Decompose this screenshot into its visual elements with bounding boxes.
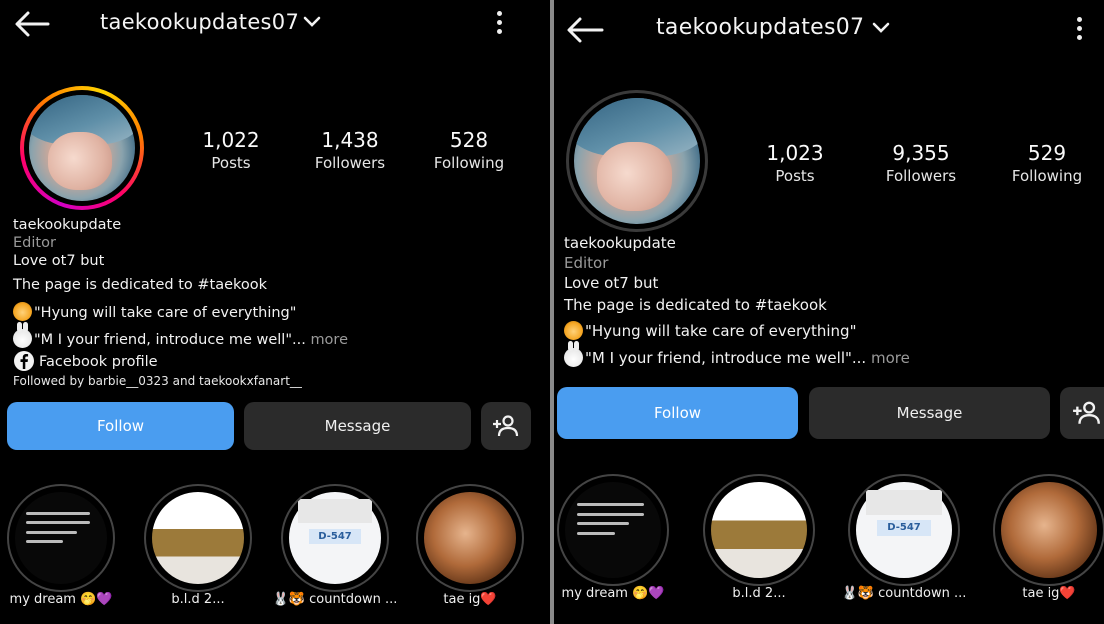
followed-by-user-2[interactable]: taekookxfanart__ (199, 374, 302, 388)
bio-line-1: Love ot7 but (564, 274, 659, 292)
message-button[interactable]: Message (244, 402, 471, 450)
highlight-caption: my dream 🤭💜 (561, 586, 665, 601)
posts-count: 1,022 (202, 128, 260, 152)
profile-username-title[interactable]: taekookupdates07 (656, 15, 864, 40)
rabbit-emoji-icon (564, 341, 583, 367)
following-count: 529 (1027, 141, 1067, 165)
stat-posts[interactable]: 1,023 Posts (740, 141, 850, 185)
followers-count: 9,355 (892, 141, 950, 165)
add-person-icon (493, 415, 519, 437)
facebook-profile-link[interactable]: Facebook profile (13, 350, 348, 371)
stat-followers[interactable]: 1,438 Followers (295, 128, 405, 172)
quote-1-text: "Hyung will take care of everything" (34, 305, 297, 321)
facebook-icon (14, 351, 34, 371)
suggested-people-button[interactable] (481, 402, 531, 450)
highlight-countdown[interactable]: D-547 🐰🐯 countdown ... (834, 474, 974, 601)
highlight-caption: tae ig❤️ (443, 592, 497, 607)
highlight-bld[interactable]: b.l.d 2... (143, 484, 253, 607)
following-label: Following (1011, 167, 1083, 185)
bio-quote-2: "M I your friend, introduce me well"... … (13, 322, 348, 350)
posts-count: 1,023 (766, 141, 824, 165)
highlight-tae-ig[interactable]: tae ig❤️ (990, 474, 1104, 601)
bio-line-1: Love ot7 but (13, 253, 105, 269)
stat-following[interactable]: 529 Following (992, 141, 1102, 185)
bio-quote-1: "Hyung will take care of everything" (564, 321, 910, 342)
profile-username-title[interactable]: taekookupdates07 (100, 10, 299, 34)
rabbit-emoji-icon (13, 322, 32, 348)
highlight-countdown[interactable]: D-547 🐰🐯 countdown ... (270, 484, 400, 607)
add-person-icon (1073, 401, 1100, 424)
bio-line-2: The page is dedicated to #taekook (13, 277, 268, 293)
posts-label: Posts (211, 154, 251, 172)
kebab-menu-icon[interactable] (1077, 17, 1083, 44)
category-label: Editor (564, 254, 609, 272)
chevron-down-icon[interactable] (303, 15, 321, 29)
bio-line-2: The page is dedicated to #taekook (564, 296, 827, 314)
stat-following[interactable]: 528 Following (414, 128, 524, 172)
chevron-down-icon[interactable] (872, 21, 890, 35)
followers-label: Followers (885, 167, 957, 185)
back-arrow-icon[interactable] (566, 16, 604, 44)
countdown-card-label: D-547 (877, 520, 931, 536)
bio-quote-2: "M I your friend, introduce me well"... … (564, 341, 910, 369)
highlight-caption: b.l.d 2... (732, 586, 786, 601)
countdown-card-label: D-547 (309, 528, 361, 544)
tiger-emoji-icon (13, 302, 32, 321)
following-label: Following (433, 154, 505, 172)
followed-by[interactable]: Followed by barbie__0323 and taekookxfan… (13, 371, 348, 392)
highlight-bld[interactable]: b.l.d 2... (700, 474, 818, 601)
highlight-caption: my dream 🤭💜 (9, 592, 113, 607)
back-arrow-icon[interactable] (14, 10, 50, 38)
kebab-menu-icon[interactable] (497, 11, 503, 38)
highlight-tae-ig[interactable]: tae ig❤️ (415, 484, 525, 607)
followers-count: 1,438 (321, 128, 379, 152)
suggested-people-button[interactable] (1060, 387, 1104, 439)
tiger-emoji-icon (564, 321, 583, 340)
stat-followers[interactable]: 9,355 Followers (866, 141, 976, 185)
profile-avatar[interactable] (574, 98, 700, 224)
profile-avatar[interactable] (29, 95, 135, 201)
message-button[interactable]: Message (809, 387, 1050, 439)
followers-label: Followers (314, 154, 386, 172)
facebook-profile-label: Facebook profile (39, 354, 158, 370)
follow-button[interactable]: Follow (7, 402, 234, 450)
bio-more-link[interactable]: more (310, 332, 348, 348)
profile-bio: taekookupdate Editor Love ot7 but The pa… (564, 233, 910, 369)
posts-label: Posts (775, 167, 815, 185)
highlight-caption: tae ig❤️ (1022, 586, 1076, 601)
highlight-my-dream[interactable]: my dream 🤭💜 (6, 484, 116, 607)
quote-2-text: "M I your friend, introduce me well"... (585, 349, 867, 367)
stat-posts[interactable]: 1,022 Posts (176, 128, 286, 172)
quote-1-text: "Hyung will take care of everything" (585, 322, 857, 340)
highlight-caption: b.l.d 2... (171, 592, 225, 607)
highlight-caption: 🐰🐯 countdown ... (841, 586, 967, 601)
bio-more-link[interactable]: more (871, 349, 910, 367)
bio-quote-1: "Hyung will take care of everything" (13, 302, 348, 323)
following-count: 528 (449, 128, 489, 152)
quote-2-text: "M I your friend, introduce me well"... (34, 332, 306, 348)
follow-button[interactable]: Follow (557, 387, 798, 439)
profile-screenshot-2: taekookupdates07 1,023 Posts 9,355 Follo… (554, 0, 1104, 624)
profile-screenshot-1: taekookupdates07 1,022 Posts 1,438 Follo… (0, 0, 550, 624)
followed-by-user-1[interactable]: barbie__0323 (88, 374, 169, 388)
profile-bio: taekookupdate Editor Love ot7 but The pa… (13, 215, 348, 392)
highlight-caption: 🐰🐯 countdown ... (272, 592, 398, 607)
display-name: taekookupdate (564, 234, 676, 252)
followed-by-prefix: Followed by (13, 374, 85, 388)
followed-by-and: and (172, 374, 196, 388)
highlight-my-dream[interactable]: my dream 🤭💜 (554, 474, 672, 601)
